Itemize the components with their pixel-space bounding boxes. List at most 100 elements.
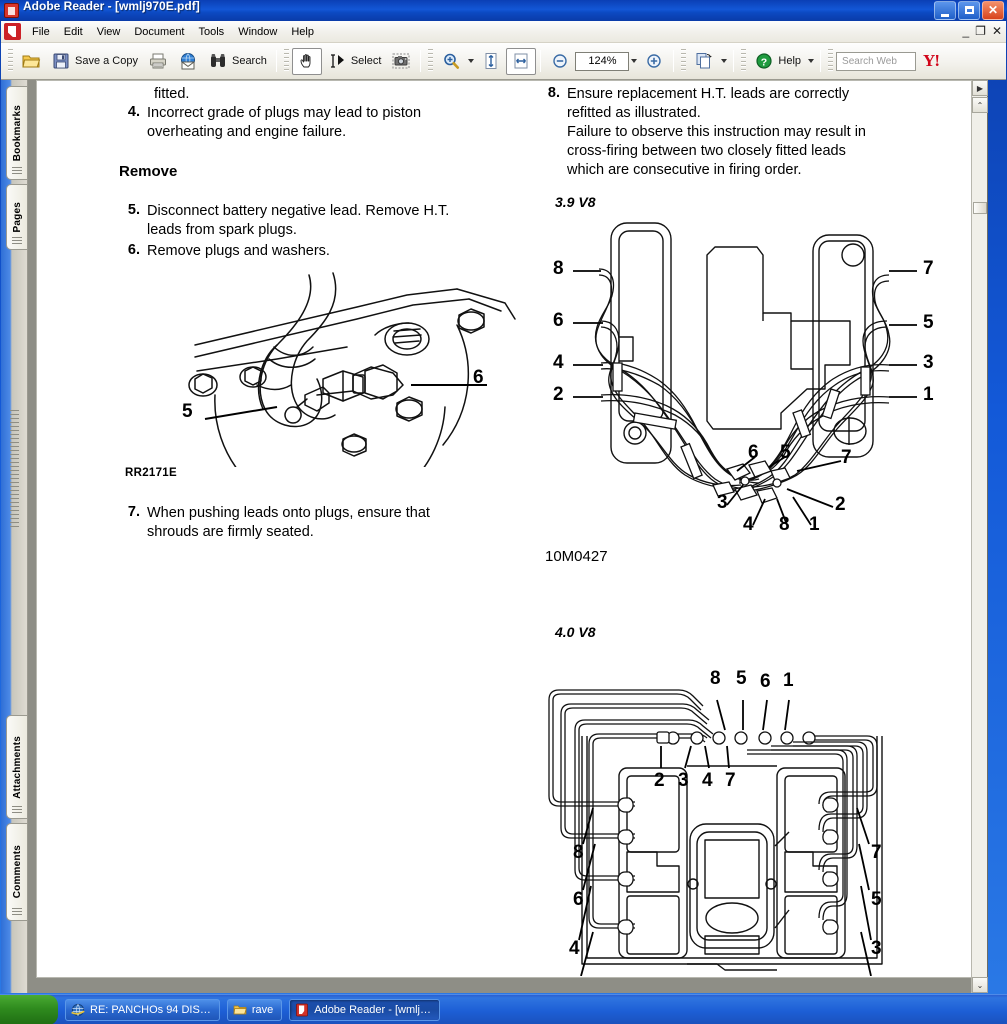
zoom-tool-button[interactable] (436, 48, 466, 75)
menu-file[interactable]: File (25, 23, 57, 41)
doc-minimize-button[interactable]: _ (962, 24, 969, 38)
taskbar-item-outlook[interactable]: RE: PANCHOs 94 DIS… (65, 998, 220, 1021)
fig1-callout-left-4: 4 (553, 352, 564, 373)
scroll-down-button[interactable]: ⌄ (972, 977, 988, 993)
scrollbar-thumb[interactable] (973, 202, 987, 214)
list-item-6-number: 6. (127, 242, 140, 258)
menu-edit[interactable]: Edit (57, 23, 90, 41)
help-icon: ? (754, 51, 774, 71)
adobe-reader-icon (4, 3, 19, 18)
fig1-callout-1b: 1 (809, 514, 820, 535)
sidebar-tab-bookmarks[interactable]: Bookmarks (6, 86, 27, 180)
pdf-page: fitted. 4. Incorrect grade of plugs may … (36, 80, 986, 978)
main-toolbar: Save a Copy Search Select 124% ? Help Se… (1, 43, 1006, 80)
select-tool-button[interactable]: Select (322, 48, 387, 75)
folder-open-icon (21, 51, 41, 71)
copy-file-dropdown-caret[interactable] (721, 59, 728, 63)
toolbar-grip-6[interactable] (828, 49, 834, 73)
open-button[interactable] (16, 48, 46, 75)
taskbar-item-adobe-reader[interactable]: Adobe Reader - [wmlj… (289, 998, 441, 1021)
toolbar-grip-3[interactable] (428, 49, 434, 73)
maximize-button[interactable] (958, 1, 980, 20)
menu-help[interactable]: Help (284, 23, 321, 41)
doc-close-button[interactable]: ✕ (992, 24, 1002, 38)
figure-title-39-v8: 3.9 V8 (555, 194, 596, 210)
zoom-level-input[interactable]: 124% (575, 51, 630, 71)
menu-view[interactable]: View (90, 23, 128, 41)
save-a-copy-button[interactable]: Save a Copy (46, 48, 143, 75)
yahoo-logo[interactable]: Y! (923, 51, 940, 71)
fig1-callout-right-3: 3 (923, 352, 934, 373)
fig2-callout-top-8: 8 (710, 668, 721, 689)
print-button[interactable] (143, 48, 173, 75)
list-item-7-number: 7. (127, 504, 140, 520)
chevron-down-icon: ⌄ (976, 980, 984, 990)
scroll-next-page-button[interactable]: ▶ (972, 80, 988, 96)
fig2-callout-left-8: 8 (573, 842, 584, 863)
taskbar-item-rave-label: rave (251, 1003, 274, 1016)
list-item-5: 5. Disconnect battery negative lead. Rem… (125, 202, 485, 240)
toolbar-separator-3 (540, 50, 542, 72)
doc-restore-button[interactable]: ❐ (975, 24, 986, 38)
email-button[interactable] (173, 48, 203, 75)
start-button[interactable] (0, 994, 58, 1024)
figure-callout-5: 5 (182, 401, 193, 422)
menu-document[interactable]: Document (127, 23, 191, 41)
toolbar-separator-6 (820, 50, 822, 72)
menu-window[interactable]: Window (231, 23, 284, 41)
search-button[interactable]: Search (203, 48, 272, 75)
fig2-callout-7t: 7 (725, 770, 736, 791)
zoom-tool-dropdown-caret[interactable] (468, 59, 475, 63)
copy-file-button[interactable] (689, 48, 719, 75)
toolbar-separator (275, 50, 277, 72)
toolbar-grip[interactable] (8, 49, 13, 73)
pane-splitter-handle[interactable] (10, 410, 19, 530)
svg-text:?: ? (761, 56, 767, 68)
left-text-column: fitted. 4. Incorrect grade of plugs may … (119, 85, 485, 263)
scroll-up-button[interactable]: ⌃ (972, 97, 988, 113)
fig1-callout-4b: 4 (743, 514, 754, 535)
toolbar-separator-5 (733, 50, 735, 72)
close-button[interactable]: ✕ (982, 1, 1004, 20)
list-item-6: 6. Remove plugs and washers. (125, 242, 485, 261)
snapshot-button[interactable] (386, 48, 416, 75)
toolbar-grip-2[interactable] (283, 49, 289, 73)
menu-tools[interactable]: Tools (192, 23, 232, 41)
zoom-out-button[interactable] (545, 48, 575, 75)
title-bar: Adobe Reader - [wmlj970E.pdf] ✕ (0, 0, 1007, 21)
sidebar-tab-attachments[interactable]: Attachments (6, 715, 27, 819)
document-viewport[interactable]: fitted. 4. Incorrect grade of plugs may … (28, 80, 988, 993)
fit-page-button[interactable] (476, 48, 506, 75)
sidebar-tab-pages[interactable]: Pages (6, 184, 27, 250)
help-button[interactable]: ? Help (749, 48, 806, 75)
list-item-4-text: Incorrect grade of plugs may lead to pis… (147, 105, 422, 140)
comments-tab-label: Comments (11, 845, 23, 899)
document-scrollbar[interactable]: ▶ ⌃ ⌄ (971, 80, 988, 993)
help-dropdown-caret[interactable] (808, 59, 815, 63)
minimize-button[interactable] (934, 1, 956, 20)
fig2-callout-right-5: 5 (871, 889, 882, 910)
binoculars-icon (208, 51, 228, 71)
fig2-callout-top-6: 6 (760, 671, 771, 692)
fig2-callout-left-6: 6 (573, 889, 584, 910)
list-item-8-text: Ensure replacement H.T. leads are correc… (567, 86, 866, 178)
zoom-level-dropdown-caret[interactable] (631, 59, 638, 63)
sidebar-tab-comments[interactable]: Comments (6, 823, 27, 921)
fit-width-button[interactable] (506, 47, 537, 75)
taskbar-item-rave[interactable]: rave (226, 998, 283, 1021)
toolbar-grip-4[interactable] (681, 49, 687, 73)
pages-tab-label: Pages (11, 201, 23, 233)
toolbar-grip-5[interactable] (741, 49, 747, 73)
ie-icon (71, 1003, 85, 1017)
attachments-tab-label: Attachments (11, 735, 23, 799)
hand-icon (297, 51, 317, 71)
section-heading-remove: Remove (119, 163, 178, 180)
fig1-callout-left-2: 2 (553, 384, 564, 405)
hand-tool-button[interactable] (291, 47, 322, 75)
zoom-in-icon (644, 51, 664, 71)
taskbar: RE: PANCHOs 94 DIS… rave Adobe Reader - … (0, 994, 1007, 1024)
zoom-in-button[interactable] (639, 48, 669, 75)
fig1-callout-3b: 3 (717, 492, 728, 513)
search-web-input[interactable]: Search Web (836, 51, 917, 71)
list-item-6-text: Remove plugs and washers. (147, 243, 330, 259)
